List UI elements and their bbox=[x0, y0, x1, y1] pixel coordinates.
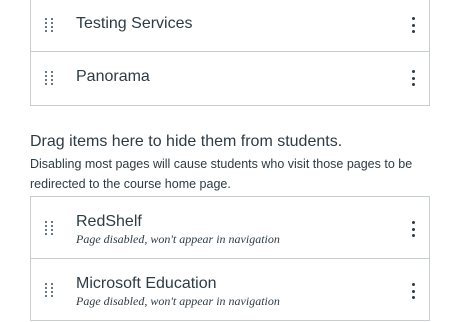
kebab-menu-icon[interactable] bbox=[411, 283, 415, 299]
kebab-menu-icon[interactable] bbox=[411, 17, 415, 33]
nav-item-testing-services[interactable]: Testing Services bbox=[31, 0, 429, 52]
drag-handle-icon[interactable] bbox=[45, 18, 55, 34]
nav-item-status: Page disabled, won't appear in navigatio… bbox=[76, 294, 280, 308]
drag-handle-icon[interactable] bbox=[45, 71, 55, 87]
nav-item-label: RedShelf bbox=[76, 213, 142, 230]
hidden-section-description: Disabling most pages will cause students… bbox=[30, 157, 413, 191]
enabled-nav-list: Testing Services Panorama bbox=[30, 0, 430, 106]
nav-item-label: Microsoft Education bbox=[76, 275, 217, 292]
kebab-menu-icon[interactable] bbox=[411, 221, 415, 237]
nav-item-label: Testing Services bbox=[76, 15, 193, 32]
hidden-section-heading: Drag items here to hide them from studen… bbox=[30, 133, 343, 150]
nav-item-label: Panorama bbox=[76, 68, 150, 85]
drag-handle-icon[interactable] bbox=[45, 221, 55, 237]
nav-item-status: Page disabled, won't appear in navigatio… bbox=[76, 232, 280, 246]
kebab-menu-icon[interactable] bbox=[411, 70, 415, 86]
nav-item-panorama[interactable]: Panorama bbox=[31, 52, 429, 105]
course-navigation-settings: Testing Services Panorama Drag items her… bbox=[0, 0, 452, 322]
drag-handle-icon[interactable] bbox=[45, 283, 55, 299]
nav-item-microsoft-education[interactable]: Microsoft Education Page disabled, won't… bbox=[31, 259, 429, 320]
nav-item-redshelf[interactable]: RedShelf Page disabled, won't appear in … bbox=[31, 197, 429, 259]
disabled-nav-list: RedShelf Page disabled, won't appear in … bbox=[30, 196, 430, 321]
